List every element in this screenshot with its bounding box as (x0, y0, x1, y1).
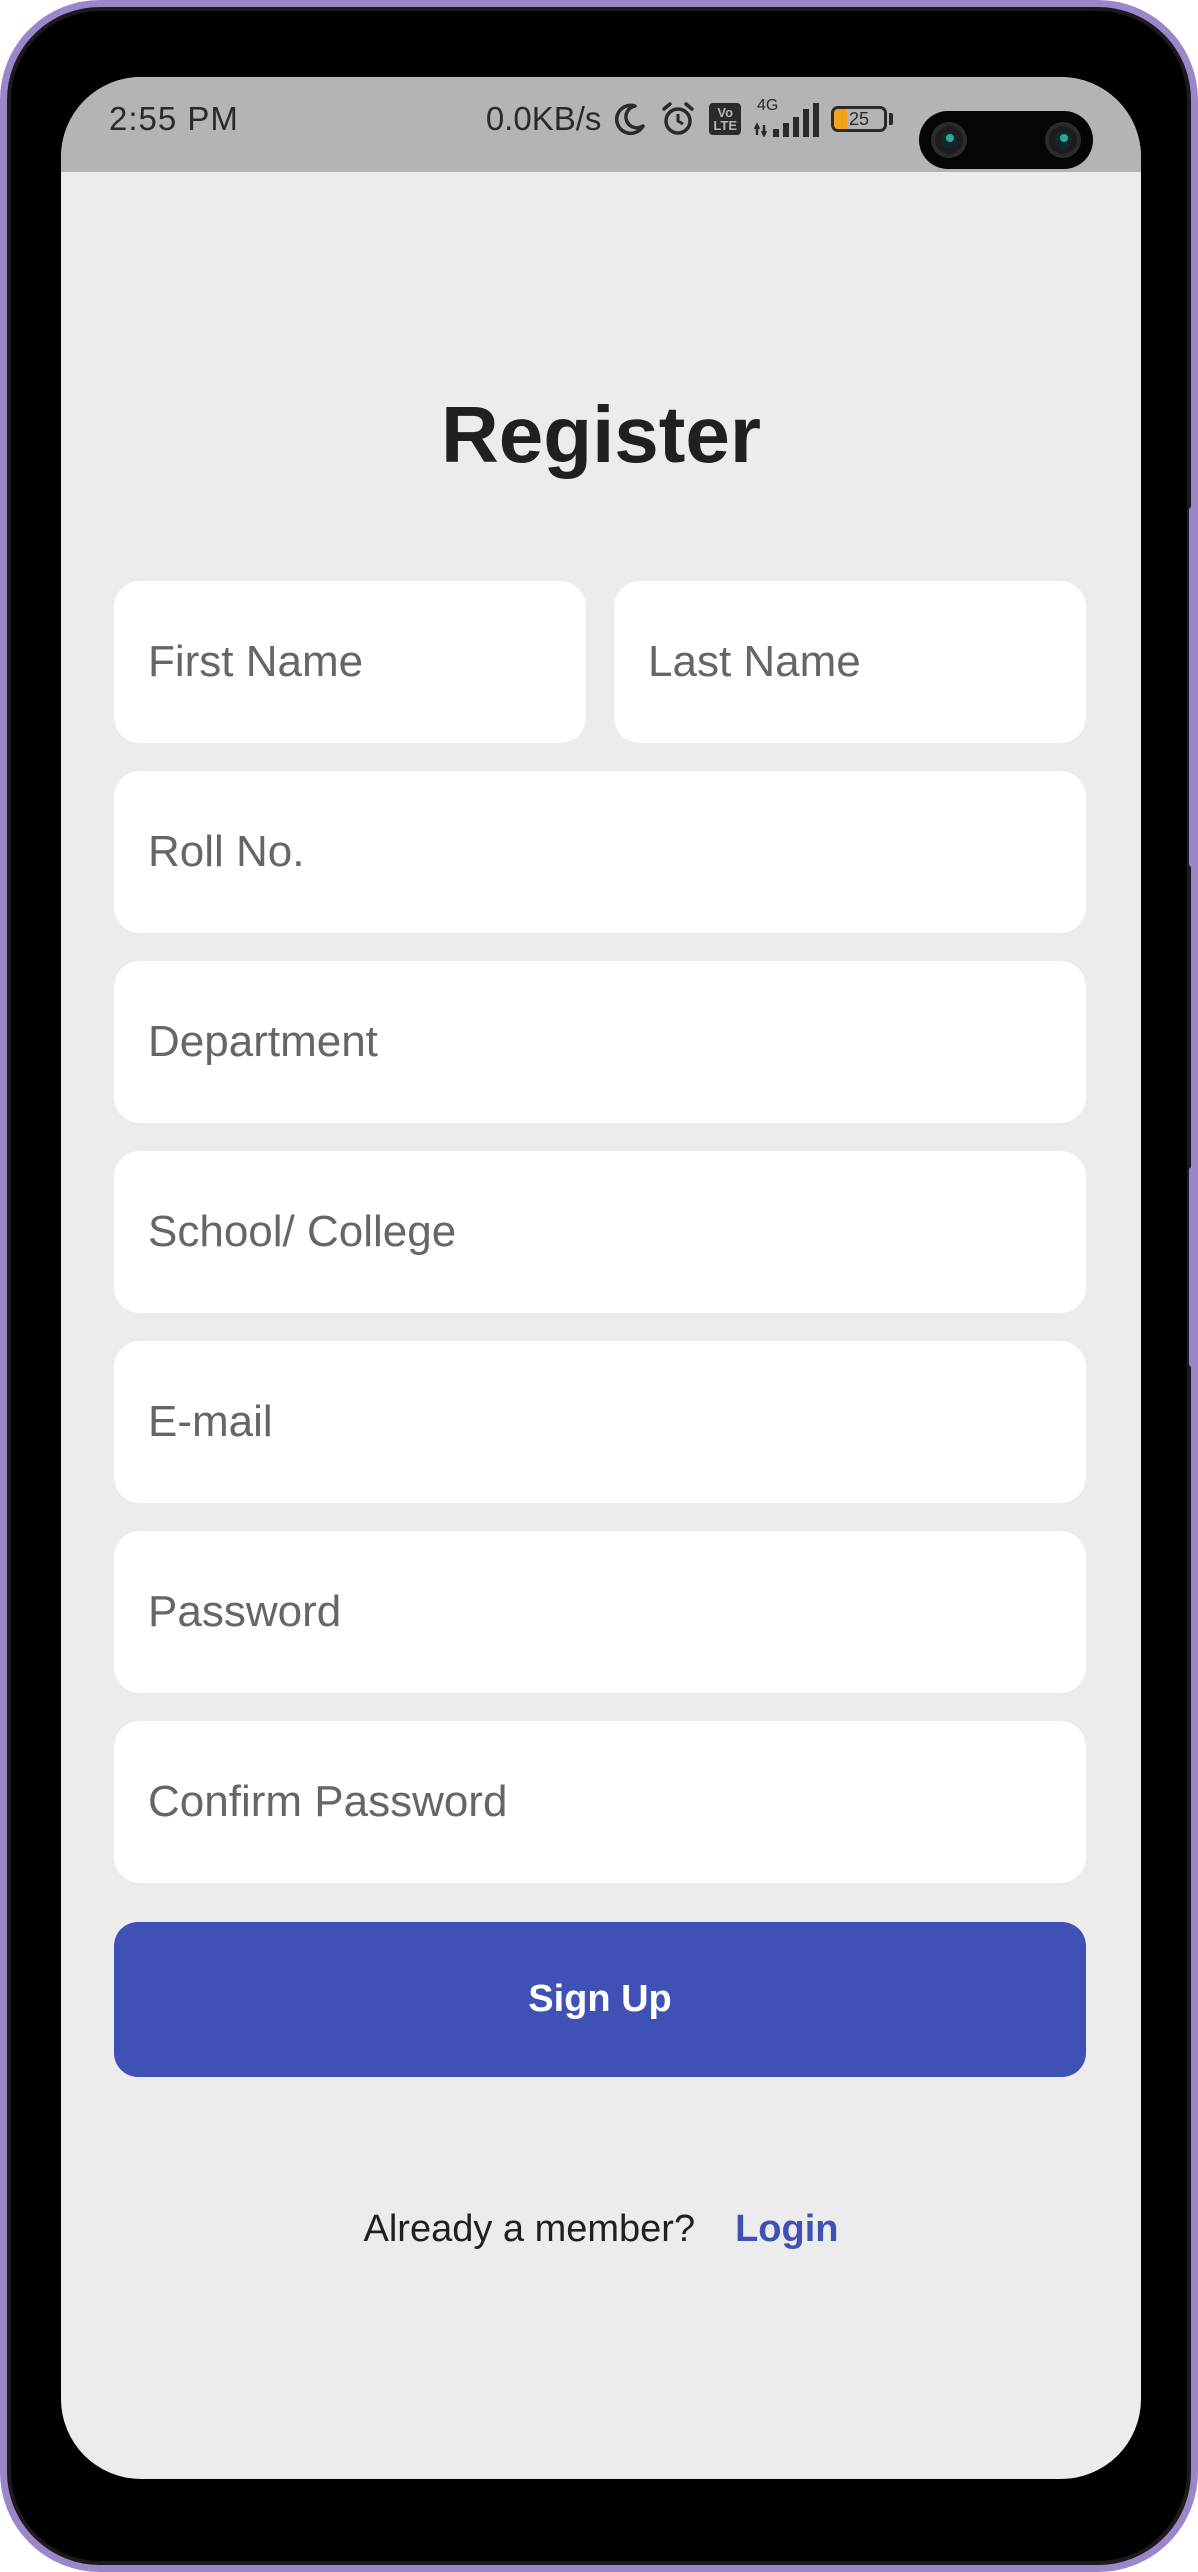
battery-cap (889, 113, 893, 125)
roll-no-field[interactable]: Roll No. (114, 771, 1086, 933)
login-link[interactable]: Login (735, 2208, 838, 2251)
sign-up-button[interactable]: Sign Up (114, 1922, 1086, 2077)
volume-button (1189, 507, 1195, 867)
battery-level: 25 (848, 108, 870, 129)
network-type: 4G (757, 97, 779, 114)
confirm-password-field[interactable]: Confirm Password (114, 1721, 1086, 1883)
last-name-field[interactable]: Last Name (614, 581, 1086, 743)
already-member-text: Already a member? (363, 2207, 696, 2250)
phone-frame: 2:55 PM 0.0KB/s Vo LTE 4G 25 Register Fi… (0, 0, 1198, 2572)
status-bar: 2:55 PM 0.0KB/s Vo LTE 4G 25 (61, 77, 1141, 172)
network-speed: 0.0KB/s (485, 100, 602, 137)
password-field[interactable]: Password (114, 1531, 1086, 1693)
front-camera-cutout (919, 111, 1093, 169)
page-title: Register (440, 390, 762, 479)
volte-icon: Vo LTE (709, 103, 741, 135)
status-time: 2:55 PM (109, 100, 239, 137)
school-college-field[interactable]: School/ College (114, 1151, 1086, 1313)
department-field[interactable]: Department (114, 961, 1086, 1123)
signal-icon: 4G (753, 97, 819, 137)
battery-fill (834, 109, 847, 129)
volte-bottom-text: LTE (713, 118, 737, 133)
power-button (1189, 1167, 1195, 1367)
first-name-field[interactable]: First Name (114, 581, 586, 743)
screen: 2:55 PM 0.0KB/s Vo LTE 4G 25 Register Fi… (61, 77, 1141, 2479)
camera-lens-icon (931, 122, 967, 158)
battery-icon: 25 (831, 106, 887, 132)
alarm-icon (659, 100, 697, 138)
status-icons: 0.0KB/s Vo LTE 4G 25 (485, 97, 893, 138)
email-field[interactable]: E-mail (114, 1341, 1086, 1503)
moon-icon (613, 102, 647, 136)
camera-lens-icon (1045, 122, 1081, 158)
login-prompt: Already a member? Login (61, 2199, 1141, 2259)
